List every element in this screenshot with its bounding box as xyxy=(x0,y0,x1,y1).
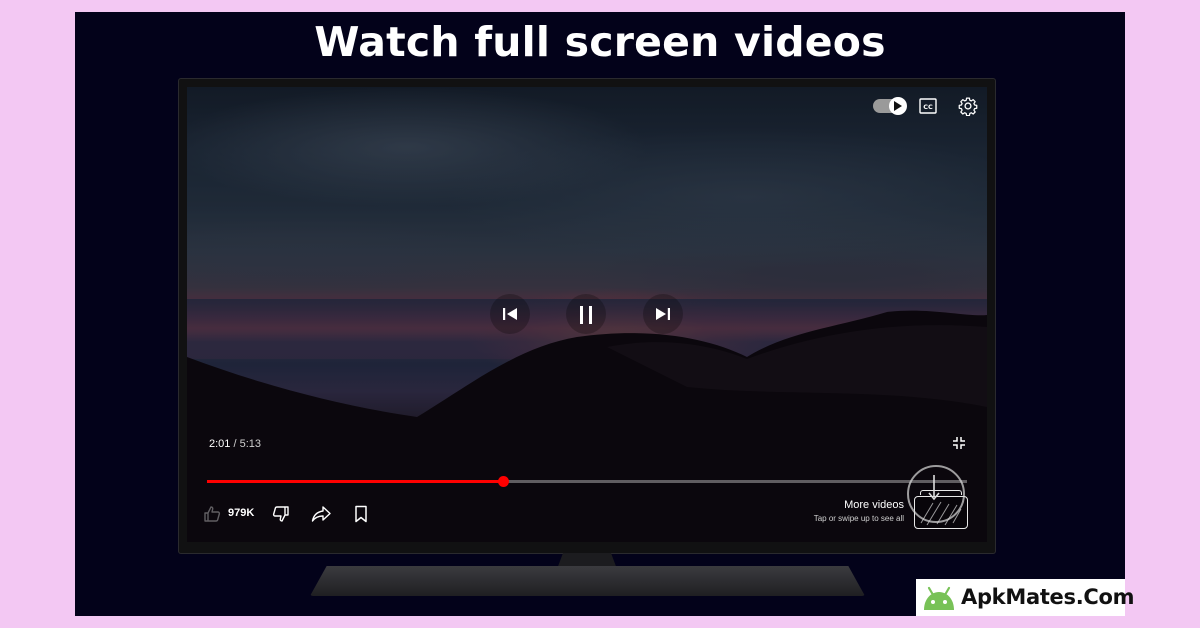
action-bar: 979K xyxy=(203,503,403,527)
tap-gesture-icon xyxy=(928,475,940,501)
previous-button[interactable] xyxy=(490,294,530,334)
thumbs-up-icon[interactable] xyxy=(203,505,221,523)
brand-name: ApkMates.Com xyxy=(961,585,1135,609)
more-videos-hint: Tap or swipe up to see all xyxy=(813,514,904,523)
share-icon[interactable] xyxy=(311,505,331,523)
bookmark-icon[interactable] xyxy=(353,505,369,523)
pause-icon xyxy=(580,306,592,324)
more-videos-title: More videos xyxy=(844,499,904,511)
playback-controls xyxy=(490,292,690,336)
touch-indicator xyxy=(907,465,965,523)
skip-next-icon xyxy=(656,308,670,320)
progress-bar[interactable] xyxy=(207,476,967,487)
closed-captions-icon[interactable]: CC xyxy=(919,98,937,114)
top-controls: CC xyxy=(868,95,978,119)
svg-text:CC: CC xyxy=(923,103,933,111)
time-display: 2:01 / 5:13 xyxy=(209,438,261,450)
autoplay-toggle[interactable] xyxy=(873,97,907,115)
time-separator: / xyxy=(233,438,237,450)
next-button[interactable] xyxy=(643,294,683,334)
brand-badge[interactable]: ApkMates.Com xyxy=(916,579,1135,616)
gear-icon[interactable] xyxy=(958,96,978,116)
headline: Watch full screen videos xyxy=(314,18,886,66)
like-count: 979K xyxy=(228,507,255,519)
progress-played xyxy=(207,480,504,483)
autoplay-icon xyxy=(889,97,907,115)
tv-stand-base xyxy=(310,566,865,596)
exit-fullscreen-icon[interactable] xyxy=(952,436,966,450)
thumbs-down-icon[interactable] xyxy=(272,505,290,523)
current-time: 2:01 xyxy=(209,438,231,450)
skip-previous-icon xyxy=(503,308,517,320)
more-videos-label[interactable]: More videos Tap or swipe up to see all xyxy=(814,499,904,523)
android-icon xyxy=(924,586,954,610)
pause-button[interactable] xyxy=(566,294,606,334)
duration: 5:13 xyxy=(239,438,262,450)
